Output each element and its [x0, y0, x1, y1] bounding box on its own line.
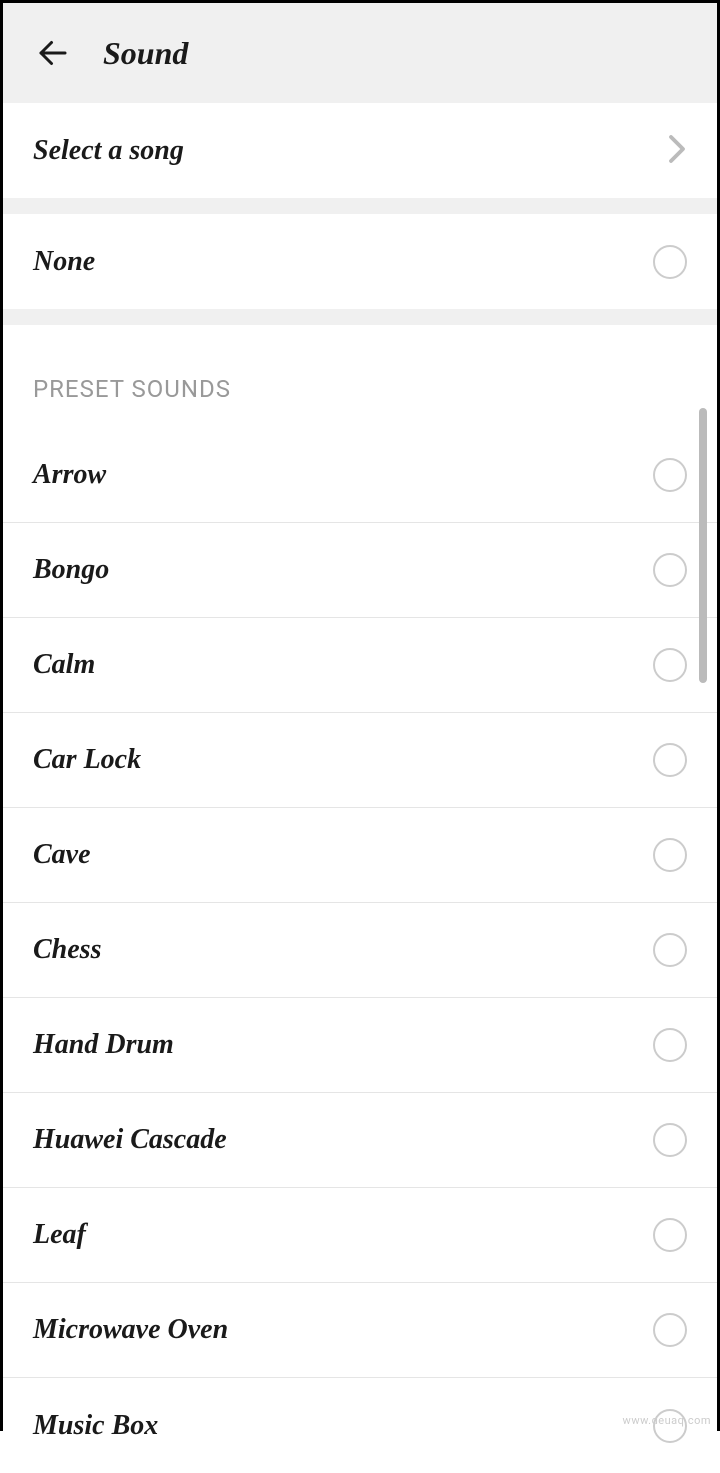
list-item[interactable]: Microwave Oven [3, 1283, 717, 1378]
radio-button[interactable] [653, 458, 687, 492]
page-title: Sound [103, 35, 188, 72]
radio-button[interactable] [653, 933, 687, 967]
list-item[interactable]: Car Lock [3, 713, 717, 808]
scrollbar[interactable] [699, 408, 707, 683]
none-row[interactable]: None [3, 214, 717, 309]
list-item[interactable]: Arrow [3, 428, 717, 523]
chevron-right-icon [667, 134, 687, 168]
list-item-label: Cave [33, 839, 91, 871]
header: Sound [3, 3, 717, 103]
select-song-row[interactable]: Select a song [3, 103, 717, 198]
list-item[interactable]: Leaf [3, 1188, 717, 1283]
list-item-label: Hand Drum [33, 1029, 174, 1061]
list-item-label: Calm [33, 649, 95, 681]
radio-button[interactable] [653, 838, 687, 872]
list-item-label: Arrow [33, 459, 106, 491]
preset-sounds-header: PRESET SOUNDS [3, 325, 717, 428]
select-song-label: Select a song [33, 135, 184, 167]
list-item[interactable]: Hand Drum [3, 998, 717, 1093]
divider-gap [3, 309, 717, 325]
list-item[interactable]: Calm [3, 618, 717, 713]
radio-button[interactable] [653, 1313, 687, 1347]
preset-sounds-list: Arrow Bongo Calm Car Lock Cave Chess Han… [3, 428, 717, 1473]
radio-button[interactable] [653, 245, 687, 279]
radio-button[interactable] [653, 1123, 687, 1157]
list-item-label: Huawei Cascade [33, 1124, 227, 1156]
list-item-label: Car Lock [33, 744, 141, 776]
watermark: www.deuaq.com [623, 1414, 711, 1427]
divider-gap [3, 198, 717, 214]
list-item[interactable]: Music Box [3, 1378, 717, 1473]
radio-button[interactable] [653, 648, 687, 682]
list-item[interactable]: Chess [3, 903, 717, 998]
list-item-label: Chess [33, 934, 101, 966]
radio-button[interactable] [653, 1028, 687, 1062]
none-label: None [33, 246, 95, 278]
list-item-label: Leaf [33, 1219, 86, 1251]
list-item-label: Bongo [33, 554, 109, 586]
list-item-label: Microwave Oven [33, 1314, 228, 1346]
list-item[interactable]: Bongo [3, 523, 717, 618]
back-button[interactable] [33, 33, 73, 73]
radio-button[interactable] [653, 743, 687, 777]
list-item-label: Music Box [33, 1410, 158, 1442]
radio-button[interactable] [653, 553, 687, 587]
list-item[interactable]: Cave [3, 808, 717, 903]
list-item[interactable]: Huawei Cascade [3, 1093, 717, 1188]
back-arrow-icon [35, 35, 71, 71]
radio-button[interactable] [653, 1218, 687, 1252]
